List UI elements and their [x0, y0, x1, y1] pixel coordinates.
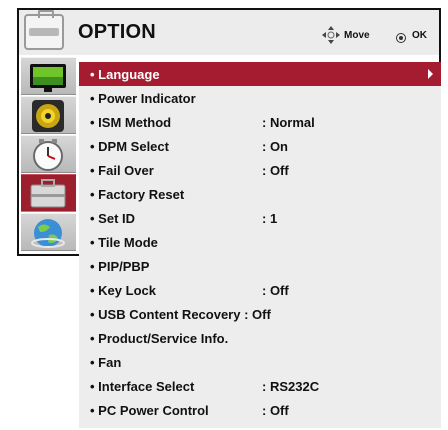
option-icon	[24, 10, 64, 50]
toolbox-latch	[29, 28, 59, 36]
menu-item[interactable]: • Product/Service Info.	[79, 326, 441, 350]
menu-item-value: : On	[262, 139, 288, 154]
menu-item-label: • Interface Select	[90, 379, 195, 394]
menu-item[interactable]: • DPM Select : On	[79, 134, 441, 158]
ok-hint-label: OK	[412, 30, 427, 41]
menu-item-label: • ISM Method	[90, 115, 172, 130]
menu-item[interactable]: • USB Content Recovery : Off	[79, 302, 441, 326]
audio-icon	[32, 100, 64, 132]
menu-item-value: : Off	[262, 163, 289, 178]
tab-option[interactable]	[21, 174, 76, 212]
menu-item[interactable]: • ISM Method : Normal	[79, 110, 441, 134]
menu-item-label: • Product/Service Info.	[90, 331, 229, 346]
menu-item-label: • Fail Over	[90, 163, 154, 178]
menu-item-label: • Factory Reset	[90, 187, 185, 202]
toolbox-handle	[38, 10, 54, 18]
picture-icon	[30, 64, 66, 92]
menu-item-label: • Set ID	[90, 211, 136, 226]
menu-item-value: : Off	[262, 283, 289, 298]
menu-item-label: • PC Power Control	[90, 403, 209, 418]
chevron-right-icon	[428, 69, 433, 79]
category-sidebar	[21, 57, 76, 254]
menu-item-value: : Normal	[262, 115, 315, 130]
move-hint-label: Move	[344, 30, 370, 41]
menu-item-label: • Power Indicator	[90, 91, 196, 106]
tab-audio[interactable]	[21, 96, 76, 134]
menu-item-label: • PIP/PBP	[90, 259, 150, 274]
menu-item-label: • USB Content Recovery : Off	[90, 307, 271, 322]
menu-item[interactable]: • Factory Reset	[79, 182, 441, 206]
menu-item[interactable]: • Key Lock : Off	[79, 278, 441, 302]
menu-item[interactable]: • PC Power Control : Off	[79, 398, 441, 422]
tab-network[interactable]	[21, 213, 76, 251]
menu-item-label: • Fan	[90, 355, 122, 370]
tab-picture[interactable]	[21, 57, 76, 95]
menu-item[interactable]: • Interface Select : RS232C	[79, 374, 441, 398]
menu-item-label: • DPM Select	[90, 139, 169, 154]
menu-item[interactable]: • Language	[79, 62, 441, 86]
menu-item-value: : 1	[262, 211, 278, 226]
menu-item[interactable]: • Power Indicator	[79, 86, 441, 110]
menu-item[interactable]: • Set ID : 1	[79, 206, 441, 230]
page-title: OPTION	[78, 21, 156, 43]
tab-time[interactable]	[21, 135, 76, 173]
menu-item-label: • Tile Mode	[90, 235, 158, 250]
menu-item[interactable]: • Fail Over : Off	[79, 158, 441, 182]
ok-icon	[396, 33, 406, 43]
network-icon	[31, 219, 65, 248]
menu-item[interactable]: • Tile Mode	[79, 230, 441, 254]
time-icon	[33, 139, 63, 171]
option-icon	[30, 179, 66, 208]
menu-item-value: : RS232C	[262, 379, 320, 394]
menu-item[interactable]: • PIP/PBP	[79, 254, 441, 278]
menu-item-value: : Off	[262, 403, 289, 418]
menu-item-label: • Key Lock	[90, 283, 156, 298]
menu-item-label: • Language	[90, 67, 160, 82]
move-icon	[322, 26, 340, 44]
menu-item[interactable]: • Fan	[79, 350, 441, 374]
